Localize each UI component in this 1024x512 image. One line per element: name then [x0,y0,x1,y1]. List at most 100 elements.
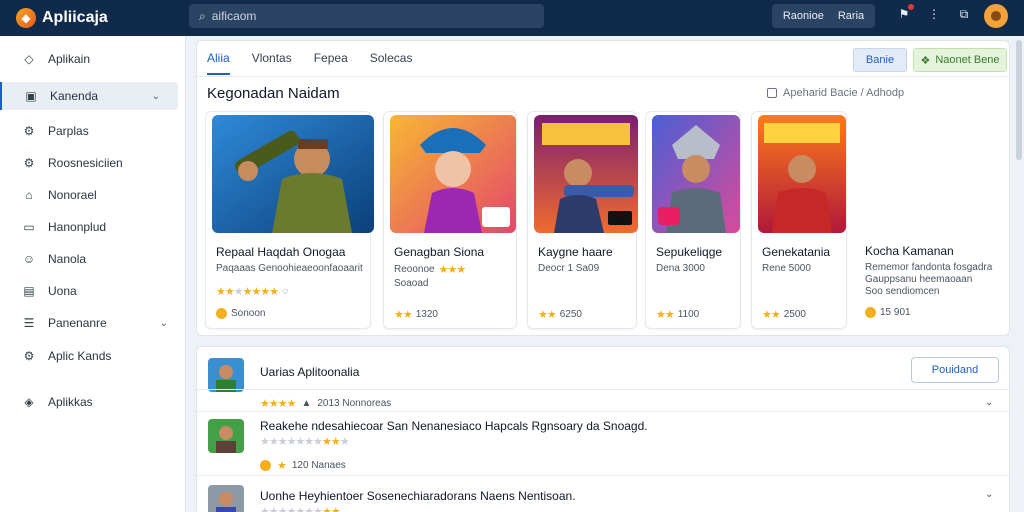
diamond-icon: ◇ [24,52,34,66]
game-rating-text: 1100 [677,309,700,320]
app-thumbnail [208,485,244,512]
account-pill-left[interactable]: Raonioe [783,10,824,22]
game-subtitle: Reoonoe ★★★ [394,263,467,276]
sidebar-item-label: Uona [48,284,77,298]
rating-stars: ★★★ [438,264,467,276]
game-rating-text: Sonoon [231,308,266,319]
chevron-down-icon[interactable]: ⌄ [160,318,168,329]
checkbox-icon[interactable] [767,88,777,98]
avatar[interactable] [984,4,1008,28]
rating-stars: ★★ [538,309,557,321]
game-title: Sepukeliqge [656,245,723,259]
game-rating-text: 6250 [559,309,582,320]
naonet-bene-button[interactable]: ❖ Naonet Bene [913,48,1007,72]
sidebar-item-aplic-kands[interactable]: ⚙ Aplic Kands [0,342,186,370]
sidebar-item-label: Parplas [48,124,89,138]
more-vertical-icon[interactable]: ⋮ [926,6,942,22]
sidebar: ◇ Aplikain ▣ Kanenda ⌄ ⚙ Parplas ⚙ Roosn… [0,36,186,512]
game-card[interactable]: Sepukeliqge Dena 3000 ★★ 1100 [645,111,741,329]
list-divider [197,389,1009,390]
list-meta: ★★★★ ▲ 2013 Nonnoreas [260,397,391,410]
game-rating-text: 15 901 [880,307,911,318]
game-rating-row: Sonoon [216,308,265,319]
game-subtitle: Paqaaas Genoohieaeoonfaoaarit [216,263,363,274]
naonet-bene-label: Naonet Bene [935,54,1000,66]
game-card[interactable]: Kocha Kamanan Rememor fandonta fosgadra … [855,111,1003,329]
sidebar-item-label: Kanenda [50,89,99,103]
app-logo-icon: ◆ [16,8,36,28]
app-thumbnail [208,358,244,392]
game-card[interactable]: Genekatania Rene 5000 ★★ 2500 [751,111,847,329]
square-icon: ▣ [25,89,37,103]
apps-icon[interactable]: ⧉ [956,6,972,22]
chevron-down-icon[interactable]: ⌄ [985,489,993,500]
search-bar[interactable]: ⌕ [189,4,544,28]
list-icon: ☰ [23,316,35,330]
rating-stars: ★★★★★★★★★★ [260,436,350,448]
pouidand-button[interactable]: Pouidand [911,357,999,383]
game-art [390,115,516,233]
section-title: Kegonadan Naidam [207,85,340,102]
sidebar-item-uona[interactable]: ▤ Uona [0,277,186,305]
sidebar-item-aplikain[interactable]: ◇ Aplikain [0,45,186,73]
rating-stars: ★★ [394,309,413,321]
brand[interactable]: ◆ Apliicaja [16,8,186,28]
sidebar-item-label: Panenanre [48,316,107,330]
game-title: Repaal Haqdah Onogaa [216,245,346,259]
game-rating: ★★★★★★★ ◌ [216,285,288,298]
chevron-down-icon[interactable]: ⌄ [152,91,160,102]
gear-icon: ⚙ [23,124,35,138]
account-pill-right[interactable]: Raria [838,10,864,22]
game-art [534,115,638,233]
info-icon: ◌ [282,286,289,297]
banie-button[interactable]: Banie [853,48,907,72]
game-subtitle: Rememor fandonta fosgadra [865,262,993,273]
game-rating-text: 1320 [415,309,438,320]
game-card[interactable]: Genagban Siona Reoonoe ★★★ Soaoad ★★ 1320 [383,111,517,329]
game-rating-row: ★★ 1100 [656,308,699,321]
game-card[interactable]: Kaygne haare Deocr 1 Sa09 ★★ 6250 [527,111,638,329]
sidebar-item-label: Nanola [48,252,87,266]
sidebar-item-aplikkas[interactable]: ◈ Aplikkas [0,388,186,416]
sidebar-item-panenanre[interactable]: ☰ Panenanre ⌄ [0,309,186,337]
coin-icon [865,307,876,318]
game-title: Kocha Kamanan [865,244,954,258]
search-input[interactable] [211,9,512,23]
avatar-face [991,11,1001,21]
list-title: Reakehe ndesahiecoar San Nenanesiaco Hap… [260,419,648,433]
scrollbar[interactable] [1016,40,1022,160]
tag-icon: ⌂ [25,188,33,202]
tab-fepea[interactable]: Fepea [314,51,348,75]
tab-vlontas[interactable]: Vlontas [252,51,292,75]
game-subtitle-3: Soo sendiomcen [865,286,940,297]
sidebar-item-nanola[interactable]: ☺ Nanola [0,245,186,273]
sidebar-item-label: Aplikkas [48,395,93,409]
game-title: Genekatania [762,245,831,259]
gift-icon: ▤ [23,284,35,298]
sidebar-item-roosnesiciien[interactable]: ⚙ Roosnesiciien [0,149,186,177]
game-art [652,115,740,233]
notification-icon[interactable]: ⚑ [896,4,914,22]
game-subtitle: Deocr 1 Sa09 [538,263,600,274]
game-art [212,115,374,233]
notification-dot [908,4,914,10]
sidebar-item-hanonplud[interactable]: ▭ Hanonplud [0,213,186,241]
game-art [758,115,846,233]
game-card[interactable]: Repaal Haqdah Onogaa Paqaaas Genoohieaeo… [205,111,374,329]
list-meta-text: 2013 Nonnoreas [317,398,392,409]
featured-panel: Aliia Vlontas Fepea Solecas Banie ❖ Naone… [196,40,1010,336]
sidebar-item-parplas[interactable]: ⚙ Parplas [0,117,186,145]
section-meta[interactable]: Apeharid Bacie / Adhodp [767,87,904,99]
game-rating-row: ★★ 6250 [538,308,582,321]
sidebar-item-nonorael[interactable]: ⌂ Nonorael [0,181,186,209]
chevron-down-icon[interactable]: ⌄ [985,397,993,408]
app-list-panel: Uarias Aplitoonalia Pouidand ★★★★ ▲ 2013… [196,346,1010,512]
account-pill[interactable]: Raonioe Raria [772,4,875,28]
tab-aliia[interactable]: Aliia [207,51,230,75]
list-stars: ★★★★★★★★★★ [260,435,350,448]
section-meta-text: Apeharid Bacie / Adhodp [783,87,905,99]
game-subtitle: Rene 5000 [762,263,811,274]
rating-stars: ★★ [656,309,675,321]
tab-solecas[interactable]: Solecas [370,51,413,75]
sidebar-item-kanenda[interactable]: ▣ Kanenda ⌄ [0,82,178,110]
